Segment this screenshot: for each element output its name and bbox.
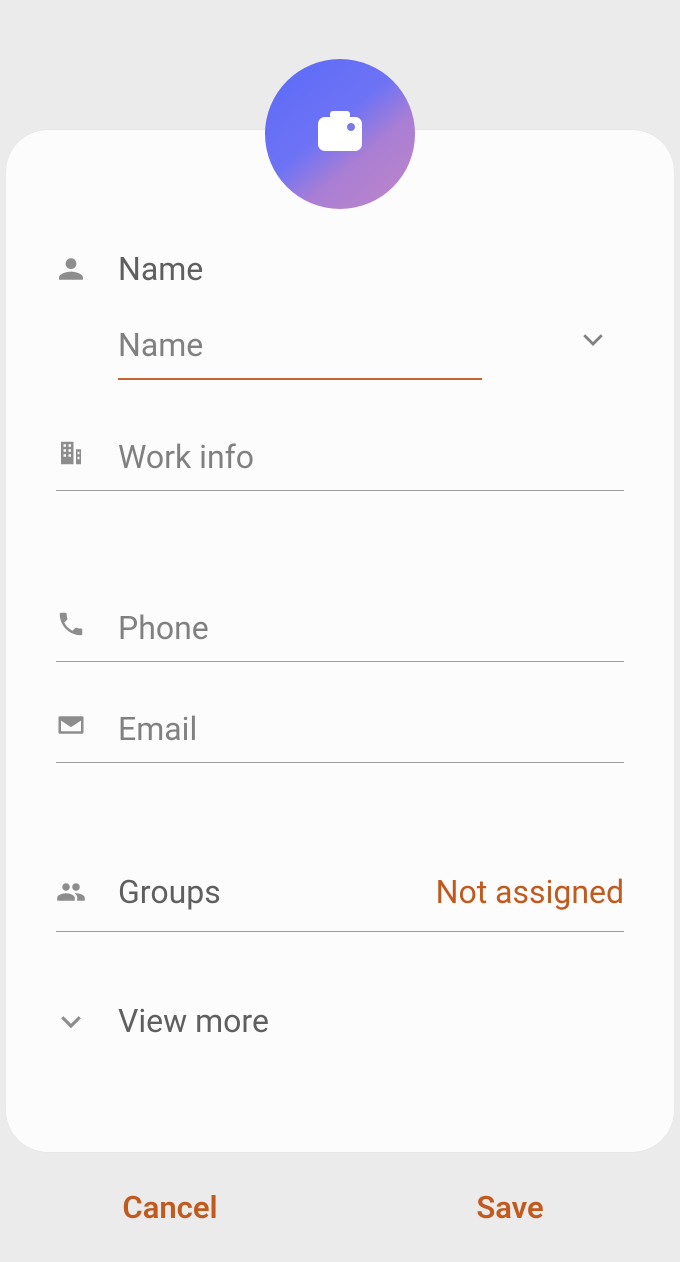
email-field[interactable]: Email bbox=[56, 702, 624, 763]
name-input-row bbox=[118, 316, 624, 380]
expand-name-button[interactable] bbox=[578, 324, 608, 358]
phone-field[interactable]: Phone bbox=[56, 601, 624, 662]
footer-bar: Cancel Save bbox=[0, 1152, 680, 1262]
phone-label: Phone bbox=[118, 601, 624, 647]
view-more-button[interactable]: View more bbox=[56, 1002, 624, 1040]
name-input[interactable] bbox=[118, 316, 482, 380]
work-info-label: Work info bbox=[118, 430, 624, 476]
building-icon bbox=[56, 438, 118, 468]
name-label: Name bbox=[118, 250, 203, 288]
phone-icon bbox=[56, 609, 118, 639]
person-icon bbox=[56, 254, 118, 284]
save-button[interactable]: Save bbox=[340, 1152, 680, 1262]
groups-label: Groups bbox=[118, 873, 436, 911]
work-info-field[interactable]: Work info bbox=[56, 430, 624, 491]
cancel-button[interactable]: Cancel bbox=[0, 1152, 340, 1262]
email-label: Email bbox=[118, 702, 624, 748]
view-more-label: View more bbox=[118, 1002, 269, 1040]
contact-photo-button[interactable] bbox=[265, 59, 415, 209]
camera-icon bbox=[318, 117, 362, 151]
email-icon bbox=[56, 710, 118, 740]
groups-field[interactable]: Groups Not assigned bbox=[56, 873, 624, 932]
groups-value: Not assigned bbox=[436, 873, 624, 911]
name-label-row: Name bbox=[56, 250, 624, 288]
chevron-down-icon bbox=[56, 1006, 118, 1036]
contact-form-card: Name Work info Phone Email Group bbox=[6, 130, 674, 1152]
group-icon bbox=[56, 877, 118, 907]
